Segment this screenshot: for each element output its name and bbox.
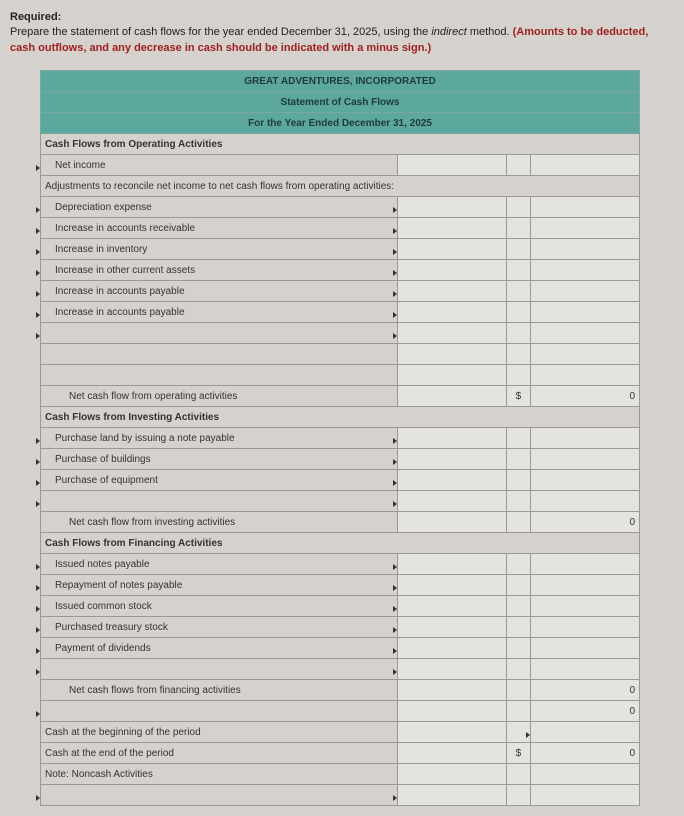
company-name: GREAT ADVENTURES, INCORPORATED (41, 71, 640, 92)
input-cell[interactable] (397, 785, 506, 806)
required-label: Required: (10, 11, 61, 23)
input-cell[interactable] (397, 659, 506, 680)
line-ap2[interactable]: Increase in accounts payable (41, 302, 398, 323)
financing-header: Cash Flows from Financing Activities (41, 533, 640, 554)
statement-period: For the Year Ended December 31, 2025 (41, 113, 640, 134)
adjustments-label: Adjustments to reconcile net income to n… (41, 176, 640, 197)
line-dep[interactable]: Depreciation expense (41, 197, 398, 218)
cash-end-label: Cash at the end of the period (41, 743, 398, 764)
statement-title: Statement of Cash Flows (41, 92, 640, 113)
operating-subtotal-label: Net cash flow from operating activities (41, 386, 398, 407)
operating-header: Cash Flows from Operating Activities (41, 134, 640, 155)
operating-subtotal-value: 0 (530, 386, 639, 407)
financing-subtotal-value: 0 (530, 680, 639, 701)
blank-line[interactable] (41, 323, 398, 344)
investing-header: Cash Flows from Investing Activities (41, 407, 640, 428)
cash-end-value: 0 (530, 743, 639, 764)
input-cell[interactable] (397, 428, 506, 449)
input-cell[interactable] (397, 344, 506, 365)
input-cell[interactable] (397, 449, 506, 470)
input-cell[interactable] (397, 575, 506, 596)
line-ap1[interactable]: Increase in accounts payable (41, 281, 398, 302)
input-cell[interactable] (397, 260, 506, 281)
line-treasury[interactable]: Purchased treasury stock (41, 617, 398, 638)
input-cell[interactable] (397, 617, 506, 638)
net-change-value: 0 (530, 701, 639, 722)
line-issued-np[interactable]: Issued notes payable (41, 554, 398, 575)
input-cell[interactable] (397, 239, 506, 260)
line-common[interactable]: Issued common stock (41, 596, 398, 617)
blank-line[interactable] (41, 659, 398, 680)
input-cell[interactable] (397, 218, 506, 239)
line-equip[interactable]: Purchase of equipment (41, 470, 398, 491)
input-cell[interactable] (397, 365, 506, 386)
line-repay-np[interactable]: Repayment of notes payable (41, 575, 398, 596)
input-cell[interactable] (397, 302, 506, 323)
investing-subtotal-label: Net cash flow from investing activities (41, 512, 398, 533)
blank-line[interactable] (41, 491, 398, 512)
input-cell[interactable] (530, 722, 639, 743)
instructions-block: Required: Prepare the statement of cash … (10, 10, 674, 56)
line-bldg[interactable]: Purchase of buildings (41, 449, 398, 470)
line-land[interactable]: Purchase land by issuing a note payable (41, 428, 398, 449)
input-cell[interactable] (397, 197, 506, 218)
line-ar[interactable]: Increase in accounts receivable (41, 218, 398, 239)
blank-line[interactable] (41, 344, 398, 365)
input-cell[interactable] (397, 323, 506, 344)
input-cell[interactable] (397, 491, 506, 512)
dollar-sign: $ (507, 743, 530, 764)
line-dividends[interactable]: Payment of dividends (41, 638, 398, 659)
input-cell[interactable] (397, 638, 506, 659)
noncash-note: Note: Noncash Activities (41, 764, 398, 785)
instruction-text-b: indirect (431, 26, 466, 38)
instruction-text-c: method. (467, 26, 513, 38)
cash-begin-label: Cash at the beginning of the period (41, 722, 398, 743)
input-cell[interactable] (397, 281, 506, 302)
financing-subtotal-label: Net cash flows from financing activities (41, 680, 398, 701)
line-oca[interactable]: Increase in other current assets (41, 260, 398, 281)
net-change-line[interactable] (41, 701, 398, 722)
line-net-income[interactable]: Net income (41, 155, 398, 176)
dollar-sign: $ (507, 386, 530, 407)
input-cell[interactable] (397, 554, 506, 575)
input-cell[interactable] (397, 596, 506, 617)
cash-flow-statement: GREAT ADVENTURES, INCORPORATED Statement… (40, 70, 640, 806)
blank-line[interactable] (41, 785, 398, 806)
blank-line[interactable] (41, 365, 398, 386)
investing-subtotal-value: 0 (530, 512, 639, 533)
line-inv[interactable]: Increase in inventory (41, 239, 398, 260)
input-cell[interactable] (397, 470, 506, 491)
instruction-text-a: Prepare the statement of cash flows for … (10, 26, 431, 38)
input-cell[interactable] (397, 155, 506, 176)
